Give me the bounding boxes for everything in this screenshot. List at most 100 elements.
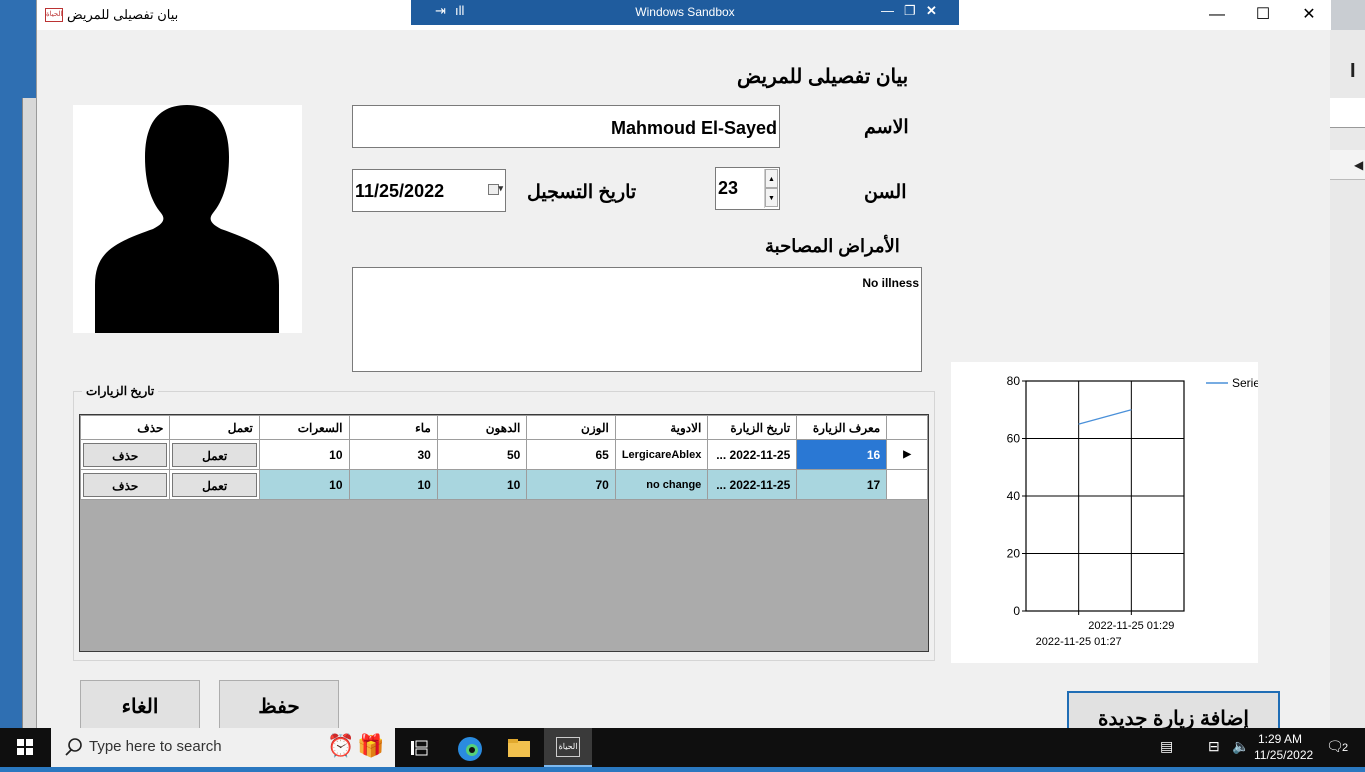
sandbox-title: Windows Sandbox	[411, 5, 959, 19]
visit-id-cell[interactable]: 17	[797, 470, 887, 500]
calories-cell[interactable]: 10	[259, 470, 349, 500]
taskbar-search-input[interactable]: Type here to search ⏰ 🎁	[51, 728, 395, 767]
window-title: بيان تفصيلى للمريض	[67, 7, 178, 23]
windows-start-button[interactable]	[0, 728, 50, 767]
spin-up-icon[interactable]: ▲	[765, 169, 778, 188]
network-icon[interactable]: ⊟	[1208, 738, 1220, 755]
name-input[interactable]: Mahmoud El-Sayed	[352, 105, 780, 148]
clock-date: 11/25/2022	[1254, 747, 1306, 763]
row-selector[interactable]	[887, 470, 928, 500]
notification-count: 2	[1342, 742, 1348, 754]
delete-cell: حذف	[81, 440, 170, 470]
weight-chart: 0204060802022-11-25 01:272022-11-25 01:2…	[951, 362, 1258, 663]
delete-cell: حذف	[81, 470, 170, 500]
calories-cell[interactable]: 10	[259, 440, 349, 470]
edit-cell: تعمل	[170, 470, 259, 500]
fat-cell[interactable]: 50	[437, 440, 527, 470]
legend-label: Series1	[1232, 376, 1258, 390]
y-tick-label: 20	[1007, 547, 1021, 561]
windows-logo-icon	[0, 728, 50, 767]
age-stepper[interactable]: 23 ▲ ▼	[715, 167, 780, 210]
background-glyph: I	[1350, 60, 1356, 83]
registration-date-label: تاريخ التسجيل	[527, 181, 636, 204]
background-arrow-icon: ◀	[1354, 158, 1363, 172]
sandbox-restore-icon[interactable]: ❐	[904, 3, 916, 19]
taskbar: Type here to search ⏰ 🎁 الحياة ▤ ⊟ 🔈 1:2…	[0, 728, 1365, 767]
task-view-icon[interactable]	[406, 735, 432, 761]
system-clock[interactable]: 1:29 AM 11/25/2022	[1254, 731, 1306, 763]
edge-browser-icon[interactable]	[456, 735, 482, 761]
sandbox-bar-right-edge	[959, 0, 973, 25]
water-cell[interactable]: 10	[349, 470, 437, 500]
column-header-weight[interactable]: الوزن	[527, 416, 615, 440]
visit-date-cell[interactable]: 2022-11-25 ...	[708, 470, 797, 500]
table-row[interactable]: حذف تعمل 10 10 10 70 no change 2022-11-2…	[81, 470, 928, 500]
column-header-delete[interactable]: حذف	[81, 416, 170, 440]
sandbox-bar-left-edge	[397, 0, 411, 25]
table-header-row: حذف تعمل السعرات ماء الدهون الوزن الادوي…	[81, 416, 928, 440]
sandbox-close-icon[interactable]: ✕	[926, 3, 937, 19]
registration-date-value: 11/25/2022	[355, 181, 444, 201]
y-tick-label: 80	[1007, 374, 1021, 388]
app-taskbar-icon: الحياة	[556, 737, 580, 757]
column-header-water[interactable]: ماء	[349, 416, 437, 440]
patient-details-window: الحياة بيان تفصيلى للمريض — ☐ ✕ بيان تفص…	[36, 0, 1330, 728]
y-tick-label: 60	[1007, 432, 1021, 446]
alarm-clock-icon[interactable]: ⏰	[327, 733, 353, 759]
water-cell[interactable]: 30	[349, 440, 437, 470]
column-header-edit[interactable]: تعمل	[170, 416, 259, 440]
chevron-down-icon[interactable]: ▾	[498, 183, 503, 194]
person-silhouette-icon	[73, 105, 302, 333]
background-window-panel	[22, 98, 36, 728]
column-header-fat[interactable]: الدهون	[437, 416, 527, 440]
sandbox-minimize-icon[interactable]: —	[881, 3, 894, 18]
visits-group-title: تاريخ الزيارات	[82, 384, 158, 398]
column-header-medications[interactable]: الادوية	[615, 416, 707, 440]
medications-cell[interactable]: no change	[615, 470, 707, 500]
column-header-visit-id[interactable]: معرف الزيارة	[797, 416, 887, 440]
visit-id-cell[interactable]: 16	[797, 440, 887, 470]
illness-textarea[interactable]: No illness	[352, 267, 922, 372]
age-value: 23	[718, 178, 738, 198]
gift-icon[interactable]: 🎁	[357, 733, 383, 759]
save-button[interactable]: حفظ	[219, 680, 339, 730]
edit-button[interactable]: تعمل	[172, 443, 256, 467]
cancel-button[interactable]: الغاء	[80, 680, 200, 730]
minimize-button[interactable]: —	[1194, 0, 1240, 30]
row-header-corner	[887, 416, 928, 440]
visit-date-cell[interactable]: 2022-11-25 ...	[708, 440, 797, 470]
column-header-visit-date[interactable]: تاريخ الزيارة	[708, 416, 797, 440]
series-line	[1079, 410, 1132, 424]
row-selector-arrow-icon[interactable]: ▶	[887, 440, 928, 470]
volume-icon[interactable]: 🔈	[1232, 738, 1249, 755]
delete-button[interactable]: حذف	[83, 443, 167, 467]
background-strip	[1330, 98, 1365, 128]
weight-cell[interactable]: 65	[527, 440, 615, 470]
sandbox-bar-body: ⇥ ıll Windows Sandbox — ❐ ✕	[411, 0, 959, 25]
search-placeholder: Type here to search	[89, 738, 222, 755]
illness-label: الأمراض المصاحبة	[765, 236, 900, 257]
patient-avatar	[73, 105, 302, 333]
spin-down-icon[interactable]: ▼	[765, 188, 778, 207]
news-icon[interactable]: ▤	[1160, 738, 1173, 755]
file-explorer-icon[interactable]	[505, 735, 531, 761]
maximize-button[interactable]: ☐	[1240, 0, 1286, 30]
y-tick-label: 40	[1007, 489, 1021, 503]
age-label: السن	[864, 181, 906, 204]
table-row[interactable]: حذف تعمل 10 30 50 65 LergicareAblex 2022…	[81, 440, 928, 470]
age-spinner[interactable]: ▲ ▼	[764, 169, 778, 208]
weight-cell[interactable]: 70	[527, 470, 615, 500]
registration-date-picker[interactable]: 11/25/2022 ▾	[352, 169, 506, 212]
edit-button[interactable]: تعمل	[172, 473, 256, 497]
y-tick-label: 0	[1013, 604, 1020, 618]
column-header-calories[interactable]: السعرات	[259, 416, 349, 440]
sandbox-bar: ⇥ ıll Windows Sandbox — ❐ ✕	[397, 0, 973, 27]
fat-cell[interactable]: 10	[437, 470, 527, 500]
delete-button[interactable]: حذف	[83, 473, 167, 497]
name-label: الاسم	[864, 116, 909, 139]
visits-table[interactable]: حذف تعمل السعرات ماء الدهون الوزن الادوي…	[79, 414, 929, 652]
medications-cell[interactable]: LergicareAblex	[615, 440, 707, 470]
search-icon	[59, 728, 89, 767]
close-button[interactable]: ✕	[1286, 0, 1332, 30]
taskbar-active-app[interactable]: الحياة	[544, 728, 592, 767]
